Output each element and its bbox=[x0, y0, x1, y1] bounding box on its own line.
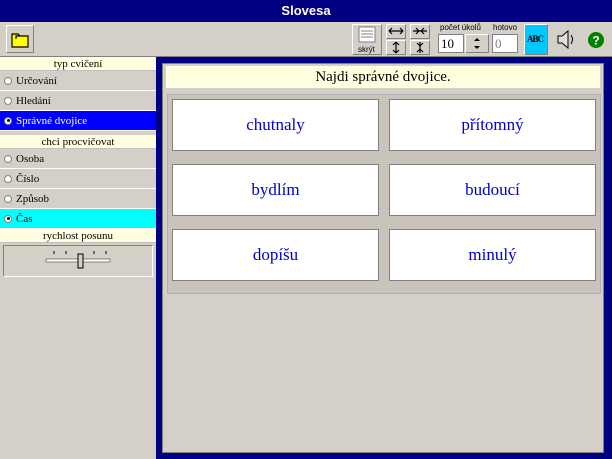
window-title: Slovesa bbox=[0, 0, 612, 22]
exercise-type-option-urcovani[interactable]: Určování bbox=[0, 71, 156, 91]
spellcheck-button[interactable]: ABC bbox=[524, 24, 548, 55]
sound-button[interactable] bbox=[554, 24, 578, 55]
radio-icon bbox=[4, 96, 12, 105]
radio-icon bbox=[4, 76, 12, 85]
exercise-type-heading: typ cvičení bbox=[0, 57, 156, 71]
slider-track-icon bbox=[45, 251, 111, 269]
pair-card-left-1[interactable]: chutnaly bbox=[172, 99, 379, 151]
pair-card-left-3[interactable]: dopíšu bbox=[172, 229, 379, 281]
widen-horizontal-button[interactable] bbox=[386, 24, 406, 39]
practice-option-cas[interactable]: Čas bbox=[0, 209, 156, 229]
done-label: hotovo bbox=[493, 23, 518, 32]
svg-text:?: ? bbox=[592, 34, 599, 48]
exercise-panel: Najdi správné dvojice. chutnaly přítomný… bbox=[162, 63, 604, 453]
option-label: Hledání bbox=[16, 94, 51, 107]
option-label: Správné dvojice bbox=[16, 114, 88, 127]
exercise-type-option-spravne-dvojice[interactable]: Správné dvojice bbox=[0, 111, 156, 131]
hide-label: skrýt bbox=[358, 45, 375, 54]
help-icon: ? bbox=[588, 32, 604, 48]
radio-icon bbox=[4, 174, 12, 183]
task-count-stepper[interactable] bbox=[465, 34, 489, 53]
pair-card-right-2[interactable]: budoucí bbox=[389, 164, 596, 216]
speed-slider[interactable] bbox=[3, 245, 153, 277]
task-count-input[interactable]: 10 bbox=[438, 34, 464, 53]
option-label: Číslo bbox=[16, 172, 40, 185]
help-button[interactable]: ? bbox=[584, 24, 608, 55]
radio-icon bbox=[4, 214, 12, 223]
left-panel: typ cvičení Určování Hledání Správné dvo… bbox=[0, 57, 156, 459]
instruction-text: Najdi správné dvojice. bbox=[166, 66, 600, 88]
radio-icon bbox=[4, 154, 12, 163]
option-label: Určování bbox=[16, 74, 57, 87]
practice-heading: chci procvičovat bbox=[0, 135, 156, 149]
stepper-arrows-icon bbox=[474, 38, 480, 49]
practice-option-osoba[interactable]: Osoba bbox=[0, 149, 156, 169]
exercise-type-option-hledani[interactable]: Hledání bbox=[0, 91, 156, 111]
expand-vertical-icon bbox=[392, 41, 400, 54]
shrink-vertical-button[interactable] bbox=[410, 40, 430, 55]
widen-vertical-button[interactable] bbox=[386, 40, 406, 55]
shrink-horizontal-button[interactable] bbox=[410, 24, 430, 39]
option-label: Čas bbox=[16, 212, 33, 225]
radio-icon bbox=[4, 194, 12, 203]
shrink-horizontal-icon bbox=[413, 27, 427, 35]
exercise-area: Najdi správné dvojice. chutnaly přítomný… bbox=[156, 57, 612, 459]
pair-card-left-2[interactable]: bydlím bbox=[172, 164, 379, 216]
task-count-label: počet úkolů bbox=[440, 23, 481, 32]
pairs-grid: chutnaly přítomný bydlím budoucí dopíšu … bbox=[167, 94, 601, 294]
toolbar: skrýt počet úkolů 10 hotovo 0 ABC ? bbox=[0, 22, 612, 57]
pair-card-right-1[interactable]: přítomný bbox=[389, 99, 596, 151]
done-value: 0 bbox=[492, 34, 518, 53]
practice-option-zpusob[interactable]: Způsob bbox=[0, 189, 156, 209]
speaker-icon bbox=[557, 29, 573, 50]
spellcheck-icon: ABC bbox=[527, 34, 544, 44]
pair-card-right-3[interactable]: minulý bbox=[389, 229, 596, 281]
expand-horizontal-icon bbox=[388, 27, 404, 35]
speed-heading: rychlost posunu bbox=[0, 229, 156, 243]
radio-icon bbox=[4, 116, 12, 125]
open-folder-button[interactable] bbox=[6, 25, 34, 53]
practice-option-cislo[interactable]: Číslo bbox=[0, 169, 156, 189]
folder-icon bbox=[11, 33, 29, 48]
option-label: Způsob bbox=[16, 192, 49, 205]
document-icon bbox=[358, 26, 376, 43]
shrink-vertical-icon bbox=[416, 42, 424, 53]
option-label: Osoba bbox=[16, 152, 45, 165]
hide-button[interactable]: skrýt bbox=[352, 24, 382, 55]
